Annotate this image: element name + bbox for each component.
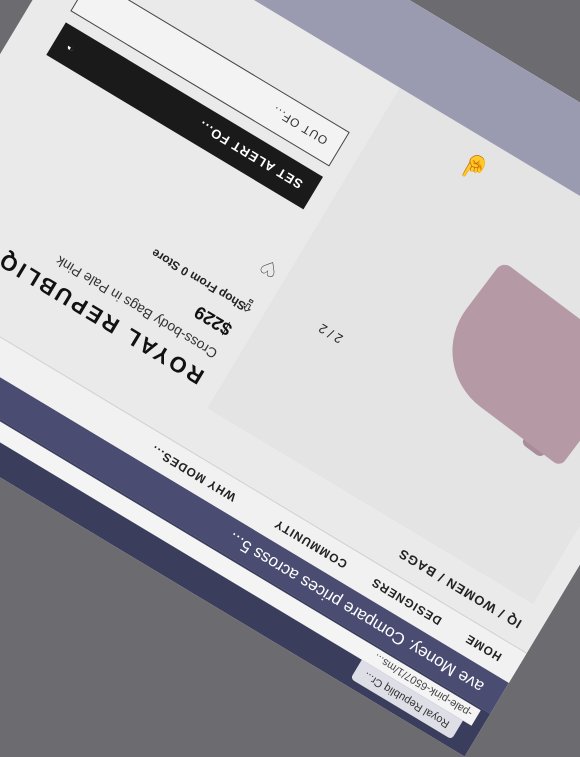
monitor-screen: Royal Republiq Cr... -pale-pink-6507/1/m… [0,0,580,757]
hand-pointer-icon: ☝ [454,147,495,187]
nav-item-home[interactable]: HOME [463,631,504,664]
heart-icon[interactable]: ♡ [255,252,283,283]
product-info: ROYAL REPUBLIQ Cross-body Bags in Pale P… [0,136,248,390]
image-counter: 2 / 2 [315,320,346,347]
bell-icon: ◔ [61,38,79,58]
product-image-bag [424,260,580,467]
out-of-stock-label: OUT OF... [269,103,331,148]
